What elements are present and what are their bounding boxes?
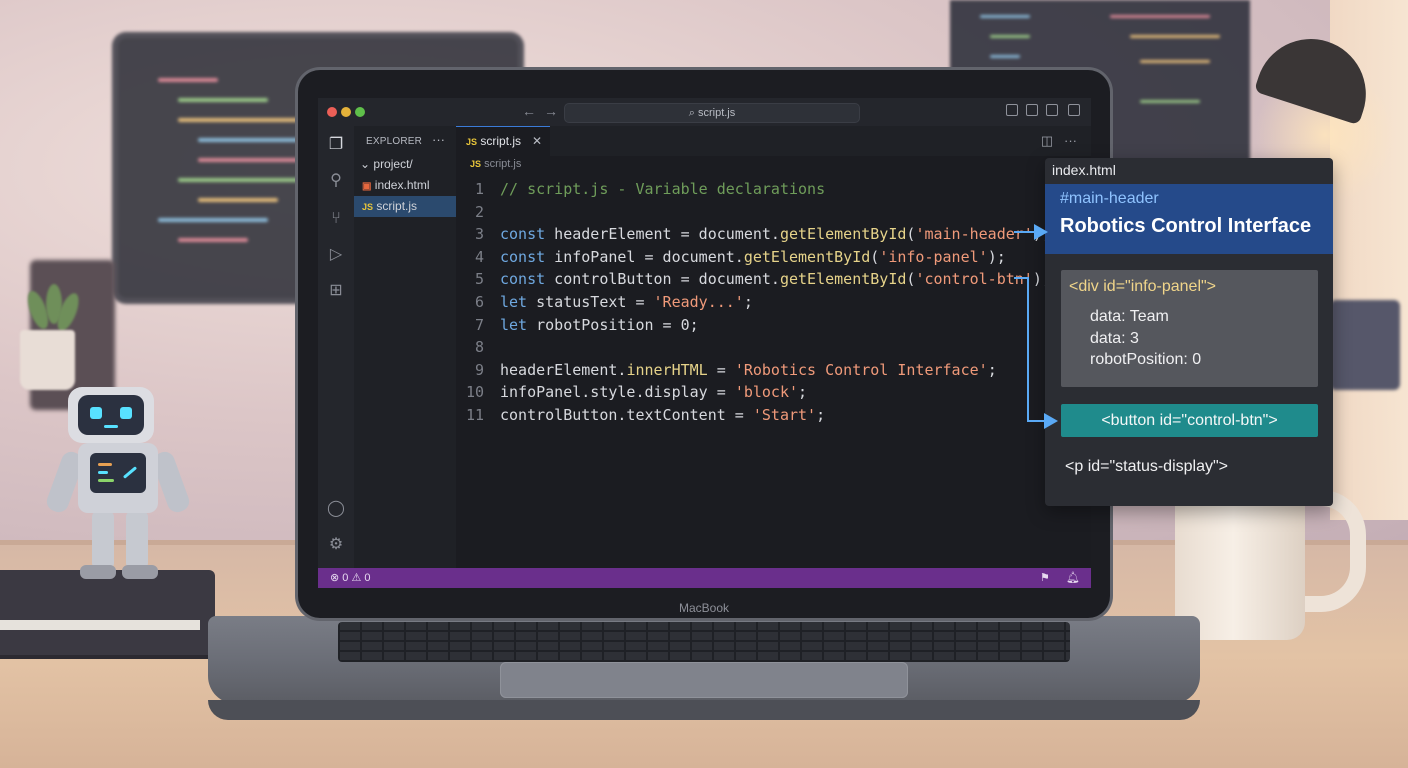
- arrow-to-control-btn: [1014, 277, 1058, 429]
- connector-arrows: [1014, 224, 1058, 429]
